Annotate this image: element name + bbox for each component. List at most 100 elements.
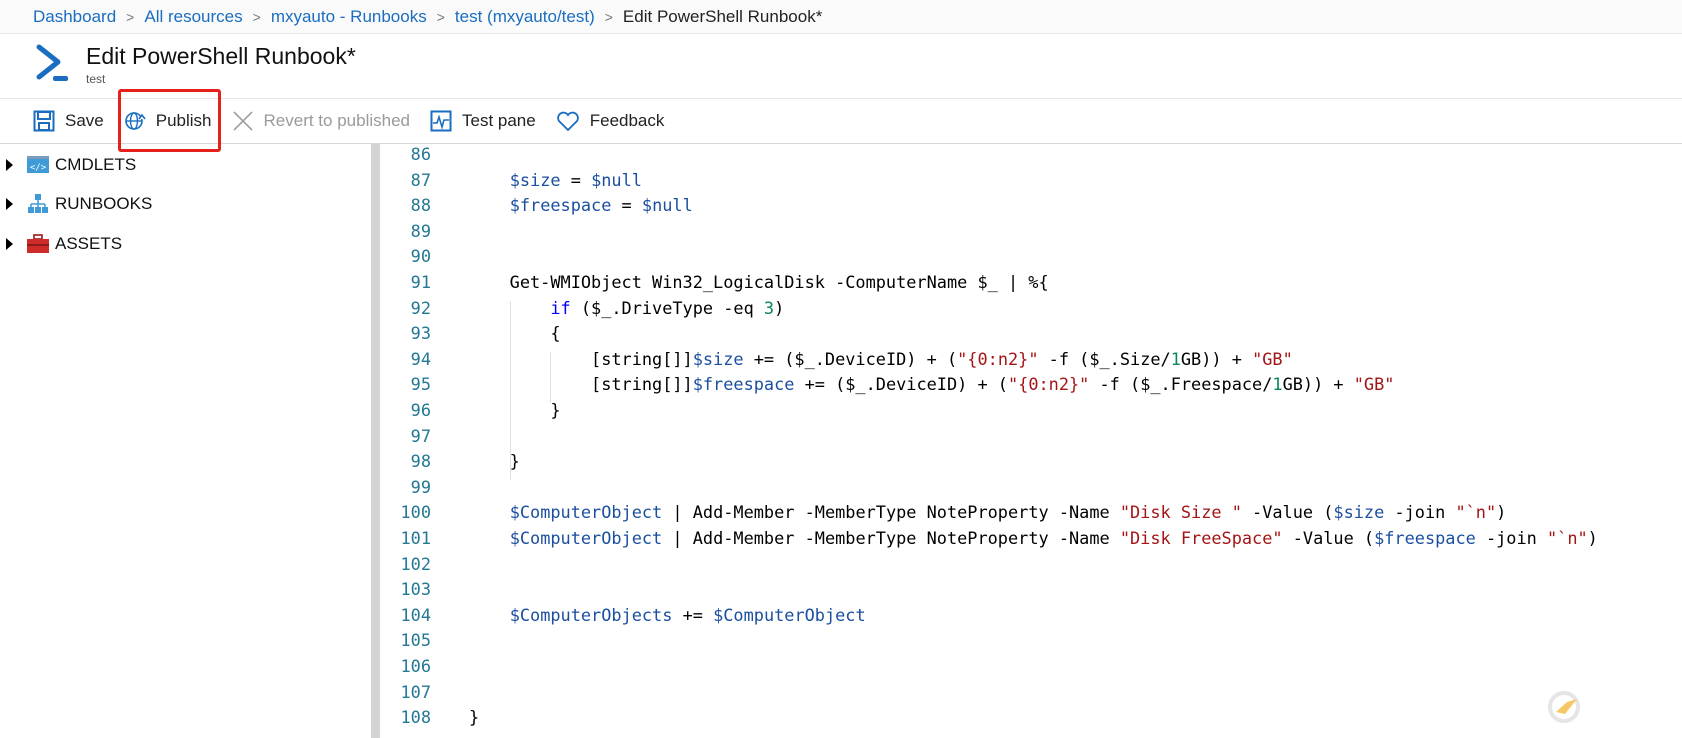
code-token: }	[469, 400, 561, 420]
publish-highlight-box	[118, 89, 221, 152]
sidebar-item-runbooks[interactable]: RUNBOOKS	[6, 194, 152, 214]
runbooks-icon	[28, 194, 48, 213]
code-token: [string[]]	[469, 374, 693, 395]
sidebar-splitter[interactable]	[371, 144, 380, 738]
code-token-str: "`n"	[1455, 502, 1497, 523]
line-number: 88	[410, 195, 431, 216]
code-token-var: $ComputerObject	[509, 502, 663, 523]
chevron-right-icon: >	[436, 8, 445, 25]
code-token: += ($_.DeviceID) + (	[794, 374, 1008, 395]
sidebar-item-cmdlets[interactable]: </> CMDLETS	[6, 155, 136, 175]
code-token: | Add-Member -MemberType NoteProperty -N…	[662, 528, 1120, 548]
code-token: [string[]]	[469, 348, 693, 369]
watermark-logo	[1547, 690, 1581, 724]
code-token-num: 1	[1170, 348, 1181, 369]
breadcrumb-dashboard[interactable]: Dashboard	[33, 7, 116, 27]
code-token-str: "{0:n2}"	[957, 348, 1039, 369]
line-number: 101	[400, 528, 431, 548]
watermark-logo-icon	[1548, 691, 1580, 723]
line-number: 94	[410, 348, 431, 369]
code-line[interactable]: }	[469, 707, 479, 727]
code-line[interactable]: [string[]]$size += ($_.DeviceID) + ("{0:…	[469, 349, 1293, 369]
code-editor[interactable]: 86 87 $size = $null 88 $freespace = $null 8…	[380, 144, 1682, 738]
toolbar: Save Publish Revert to published Test pa…	[0, 98, 1682, 144]
breadcrumb-all-resources[interactable]: All resources	[144, 7, 242, 27]
code-token-str: "{0:n2}"	[1007, 374, 1090, 395]
line-number: 98	[410, 451, 431, 472]
code-token: +=	[672, 604, 714, 625]
code-line[interactable]: $size = $null	[469, 170, 642, 190]
code-line[interactable]: $ComputerObject | Add-Member -MemberType…	[469, 502, 1507, 523]
feedback-label: Feedback	[589, 111, 665, 130]
page-subtitle: test	[86, 72, 106, 86]
code-token-num: 3	[763, 297, 775, 318]
save-button[interactable]: Save	[33, 110, 104, 132]
code-line[interactable]: $ComputerObject | Add-Member -MemberType…	[469, 528, 1598, 548]
indent-guide	[509, 300, 511, 480]
code-token: =	[611, 195, 642, 216]
code-line[interactable]: [string[]]$freespace += ($_.DeviceID) + …	[469, 374, 1394, 394]
line-number: 104	[400, 604, 431, 625]
code-token-var: $ComputerObjects	[509, 604, 673, 625]
code-token-str: "GB"	[1252, 348, 1293, 369]
sidebar-item-label: RUNBOOKS	[55, 194, 153, 213]
chevron-right-icon: >	[252, 8, 261, 25]
breadcrumb-runbooks[interactable]: mxyauto - Runbooks	[271, 7, 427, 27]
code-token-var: $size	[509, 169, 561, 190]
expand-arrow-icon[interactable]	[6, 198, 13, 210]
code-token: )	[1496, 502, 1507, 523]
line-number: 102	[400, 553, 431, 574]
code-line[interactable]: }	[469, 451, 520, 471]
sidebar: </> CMDLETS RUNBOOKS ASSETS	[0, 144, 371, 738]
line-number: 106	[400, 656, 431, 676]
code-line[interactable]: {	[469, 323, 561, 344]
code-line[interactable]: $freespace = $null	[469, 195, 693, 215]
line-number: 100	[400, 502, 431, 523]
close-icon	[232, 111, 253, 131]
line-number: 91	[410, 272, 431, 292]
code-token: += ($_.DeviceID) + (	[743, 348, 958, 369]
code-token: -f ($_.Size/	[1038, 348, 1171, 369]
code-token: )	[1587, 528, 1598, 548]
code-token-str: "GB"	[1353, 374, 1395, 395]
code-token-var: $null	[591, 169, 642, 190]
code-token-var: $size	[692, 348, 744, 369]
save-label: Save	[65, 111, 104, 130]
code-token: ($_.DriveType -eq	[570, 297, 764, 318]
code-line[interactable]: $ComputerObjects += $ComputerObject	[469, 605, 866, 625]
line-number: 89	[410, 220, 431, 241]
code-token: Get-WMIObject Win32_LogicalDisk -Compute…	[469, 272, 1049, 292]
code-token-var: $freespace	[509, 195, 612, 216]
code-token-kw: if	[550, 297, 571, 318]
test-pane-button[interactable]: Test pane	[430, 110, 536, 132]
test-pane-label: Test pane	[462, 111, 536, 130]
page-header: Edit PowerShell Runbook* test	[0, 34, 1682, 98]
code-token: }	[469, 451, 520, 472]
code-line[interactable]: if ($_.DriveType -eq 3)	[469, 298, 784, 318]
sidebar-item-assets[interactable]: ASSETS	[6, 234, 122, 254]
code-token-var: $null	[641, 195, 693, 216]
code-token: -f ($_.Freespace/	[1089, 374, 1273, 395]
code-line[interactable]: Get-WMIObject Win32_LogicalDisk -Compute…	[469, 272, 1049, 292]
code-token: -join	[1384, 502, 1456, 523]
code-token-var: $freespace	[692, 374, 795, 395]
code-token: GB)) +	[1180, 348, 1253, 369]
code-token-num: 1	[1272, 374, 1283, 395]
test-pane-icon	[430, 110, 452, 132]
revert-to-published-button[interactable]: Revert to published	[232, 110, 410, 132]
expand-arrow-icon[interactable]	[6, 238, 13, 250]
code-token-var: $freespace	[1374, 528, 1476, 548]
line-number: 95	[410, 374, 431, 395]
feedback-button[interactable]: Feedback	[556, 110, 665, 132]
code-token-str: "Disk Size "	[1119, 502, 1242, 523]
breadcrumb-test[interactable]: test (mxyauto/test)	[455, 7, 595, 27]
expand-arrow-icon[interactable]	[6, 159, 13, 171]
cmdlets-icon: </>	[27, 156, 49, 173]
code-line[interactable]: }	[469, 400, 561, 420]
line-number: 99	[410, 476, 431, 497]
code-token: -join	[1475, 528, 1547, 548]
breadcrumb: Dashboard > All resources > mxyauto - Runb…	[0, 0, 1682, 34]
code-token: {	[469, 323, 561, 344]
